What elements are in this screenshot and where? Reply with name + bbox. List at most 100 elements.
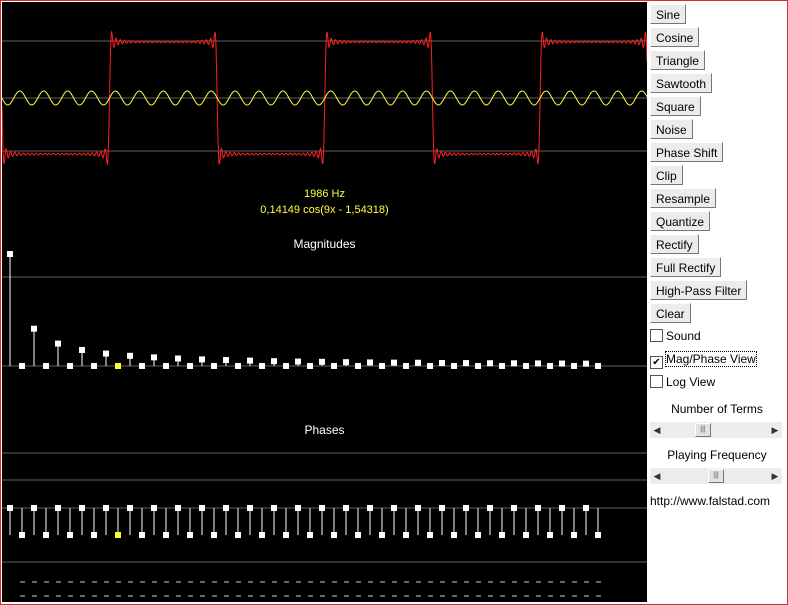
- phase-dot: [451, 532, 457, 538]
- high-pass-filter-button[interactable]: High-Pass Filter: [650, 280, 748, 300]
- magnitude-dot: [559, 360, 565, 367]
- number-of-terms-label: Number of Terms: [671, 402, 763, 416]
- phase-dot: [163, 532, 169, 538]
- magnitude-dot: [223, 357, 229, 364]
- square-button[interactable]: Square: [650, 96, 701, 116]
- magnitude-dot: [439, 359, 445, 366]
- magnitude-dot: [523, 363, 529, 369]
- magnitude-dot: [235, 363, 241, 369]
- full-rectify-button[interactable]: Full Rectify: [650, 257, 722, 277]
- slider-thumb[interactable]: |||: [708, 469, 724, 483]
- phase-dot: [43, 532, 49, 538]
- magnitude-dot: [271, 358, 277, 365]
- phase-dot: [379, 532, 385, 538]
- phase-dot: [595, 532, 601, 538]
- magnitude-dot: [571, 363, 577, 369]
- cosine-button[interactable]: Cosine: [650, 27, 700, 47]
- playing-frequency-label: Playing Frequency: [667, 448, 767, 462]
- phase-dot: [487, 505, 493, 511]
- sawtooth-button[interactable]: Sawtooth: [650, 73, 713, 93]
- phase-dot: [307, 532, 313, 538]
- magnitude-dot: [511, 360, 517, 367]
- magnitude-dot: [451, 363, 457, 369]
- magnitude-dot: [211, 363, 217, 369]
- sine-button[interactable]: Sine: [650, 4, 687, 24]
- number-of-terms-slider[interactable]: ◀ ||| ▶: [650, 422, 782, 438]
- magnitude-dot: [151, 354, 157, 361]
- magnitude-dot: [343, 359, 349, 366]
- magnitude-dot: [19, 363, 25, 369]
- phase-dot: [535, 505, 541, 511]
- magnitude-dot: [283, 363, 289, 369]
- magnitude-dot: [595, 363, 601, 369]
- phase-dot: [175, 505, 181, 511]
- magnitude-dot: [307, 363, 313, 369]
- triangle-button[interactable]: Triangle: [650, 50, 705, 70]
- slider-thumb[interactable]: |||: [695, 423, 711, 437]
- rectify-button[interactable]: Rectify: [650, 234, 699, 254]
- phase-dot: [415, 505, 421, 511]
- phase-dot: [427, 532, 433, 538]
- phase-dot: [559, 505, 565, 511]
- sound-checkbox[interactable]: Sound: [650, 329, 701, 345]
- resample-button[interactable]: Resample: [650, 188, 717, 208]
- phase-dot: [271, 505, 277, 511]
- magnitude-dot: [427, 363, 433, 369]
- log-view-checkbox-box[interactable]: [650, 375, 663, 388]
- magnitude-dot: [355, 363, 361, 369]
- magnitude-dot: [499, 363, 505, 369]
- phase-dot: [343, 505, 349, 511]
- log-view-label: Log View: [666, 375, 716, 389]
- phase-dot: [19, 532, 25, 538]
- magnitude-dot: [367, 359, 373, 366]
- sound-checkbox-box[interactable]: [650, 329, 663, 342]
- phase-dot: [331, 532, 337, 538]
- playing-frequency-slider[interactable]: ◀ ||| ▶: [650, 468, 782, 484]
- phase-dot: [475, 532, 481, 538]
- log-view-checkbox[interactable]: Log View: [650, 375, 715, 391]
- phase-shift-button[interactable]: Phase Shift: [650, 142, 724, 162]
- magnitude-dot: [79, 346, 85, 353]
- magnitude-dot: [55, 340, 61, 347]
- magnitude-dot: [127, 352, 133, 359]
- phase-dot: [199, 505, 205, 511]
- clip-button[interactable]: Clip: [650, 165, 683, 185]
- phase-dot: [247, 505, 253, 511]
- phase-dot: [403, 532, 409, 538]
- noise-button[interactable]: Noise: [650, 119, 693, 139]
- magnitude-dot: [583, 360, 589, 367]
- quantize-button[interactable]: Quantize: [650, 211, 711, 231]
- magnitude-dot: [91, 363, 97, 369]
- clear-button[interactable]: Clear: [650, 303, 691, 323]
- phase-dot: [67, 532, 73, 538]
- phase-dot: [31, 505, 37, 511]
- phase-dot: [319, 505, 325, 511]
- checkmark-icon[interactable]: ✔: [650, 356, 663, 369]
- phase-dot: [103, 505, 109, 511]
- phase-dot: [583, 505, 589, 511]
- magnitude-dot: [403, 363, 409, 369]
- magnitudes-title: Magnitudes: [293, 237, 356, 251]
- scroll-left-arrow-icon[interactable]: ◀: [650, 422, 664, 438]
- waveform-graphics: [2, 30, 647, 597]
- magnitude-dot: [379, 363, 385, 369]
- phase-dot: [367, 505, 373, 511]
- phase-dot: [151, 505, 157, 511]
- phase-dot: [187, 532, 193, 538]
- website-link[interactable]: http://www.falstad.com: [650, 494, 770, 508]
- magnitude-dot: [115, 363, 121, 369]
- phase-dot: [523, 532, 529, 538]
- waveform-canvas[interactable]: 1986 Hz 0,14149 cos(9x - 1,54318) Magnit…: [2, 2, 647, 602]
- phase-dot: [115, 532, 121, 538]
- frequency-readout: 1986 Hz: [304, 188, 345, 200]
- phase-dot: [79, 505, 85, 511]
- magnitude-dot: [487, 360, 493, 367]
- phase-dot: [7, 505, 13, 511]
- magnitude-dot: [319, 358, 325, 365]
- phase-dot: [223, 505, 229, 511]
- mag-phase-view-checkbox[interactable]: ✔ Mag/Phase View: [650, 351, 757, 369]
- scroll-right-arrow-icon[interactable]: ▶: [768, 468, 782, 484]
- scroll-left-arrow-icon[interactable]: ◀: [650, 468, 664, 484]
- magnitude-dot: [547, 363, 553, 369]
- scroll-right-arrow-icon[interactable]: ▶: [768, 422, 782, 438]
